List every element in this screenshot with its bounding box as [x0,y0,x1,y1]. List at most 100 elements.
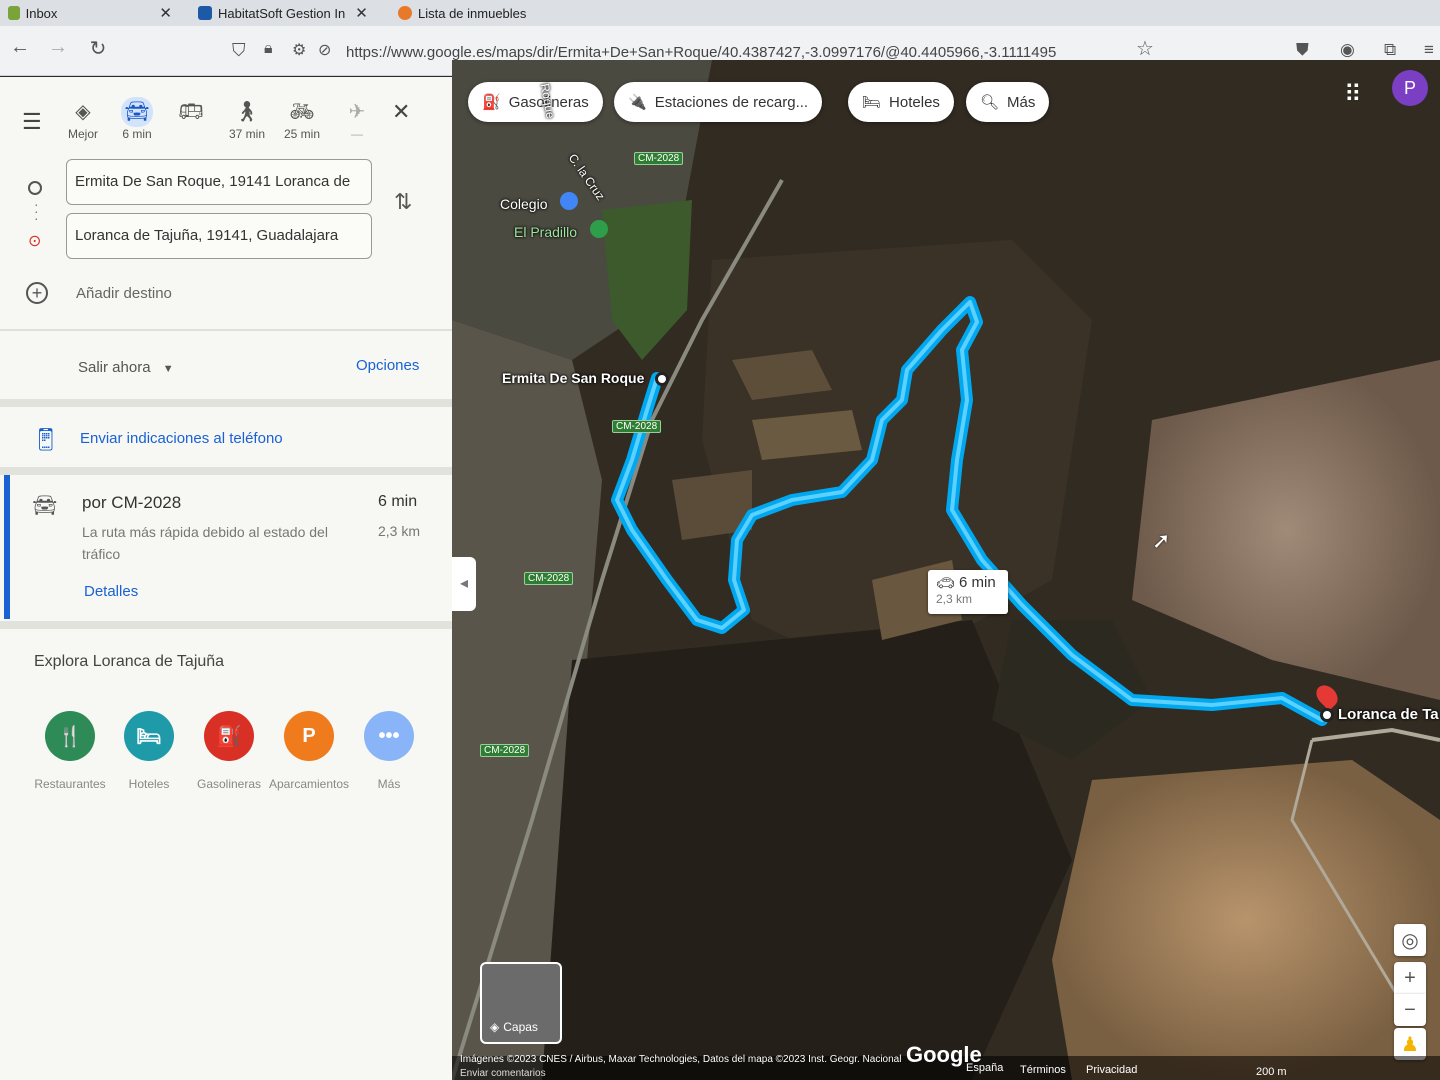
add-destination-icon[interactable]: + [26,282,48,304]
category-hoteles[interactable]: 🛏 Hoteles [109,711,189,791]
mouse-cursor-icon: ➚ [1152,528,1171,553]
chip-mas[interactable]: 🔍︎ Más [966,82,1050,122]
avatar[interactable]: P [1392,70,1428,106]
tab-inmuebles[interactable]: Lista de inmuebles [392,0,572,26]
restaurant-icon: 🍴 [45,711,95,761]
mode-best[interactable]: ◈ Mejor [56,97,110,141]
forward-icon[interactable]: → [44,36,72,59]
explore-title: Explora Loranca de Tajuña [34,653,225,670]
back-icon[interactable]: ← [6,36,34,59]
category-restaurantes[interactable]: 🍴 Restaurantes [30,711,110,791]
map-label-pradillo[interactable]: El Pradillo [514,224,577,240]
layers-button[interactable]: ◈ Capas [480,962,562,1044]
chevron-left-icon: ◂ [459,575,469,592]
category-gasolineras[interactable]: ⛽ Gasolineras [189,711,269,791]
inmuebles-favicon-icon [398,6,412,20]
tab-label: HabitatSoft Gestion In [218,5,346,21]
bike-icon: 🚲︎ [289,101,315,123]
footer-link-privacidad[interactable]: Privacidad [1086,1064,1137,1076]
swap-icon[interactable]: ⇅ [394,189,412,215]
park-pin-icon[interactable] [590,220,608,238]
send-feedback-link[interactable]: Enviar comentarios [460,1068,546,1079]
travel-modes: ☰ ◈ Mejor 🚘︎ 6 min 🚌︎ 🚶︎ 37 min 🚲︎ 25 mi… [0,77,452,155]
mode-flight[interactable]: ✈︎ — [330,97,384,141]
shield-icon[interactable]: ⛉ [232,40,246,61]
habitatsoft-favicon-icon [198,6,212,20]
mode-walk[interactable]: 🚶︎ 37 min [220,97,274,141]
close-tab-icon[interactable]: ✕ [355,4,368,22]
close-directions-icon[interactable]: ✕ [392,99,410,125]
charging-station-icon: 🔌 [628,94,647,111]
lock-icon[interactable]: 🔒︎ [264,40,273,58]
origin-field[interactable]: Ermita De San Roque, 19141 Loranca de [66,159,372,205]
chip-gasolineras[interactable]: ⛽ Gasolineras [468,82,603,122]
collapse-panel-button[interactable]: ◂ [452,557,476,611]
apps-grid-icon[interactable]: ⠿ [1344,80,1362,109]
options-link[interactable]: Opciones [356,357,419,374]
mode-label: Mejor [67,127,98,141]
menu-icon[interactable]: ≡ [1424,40,1434,60]
mode-transit[interactable]: 🚌︎ [164,97,218,127]
scale-label[interactable]: 200 m [1256,1066,1287,1078]
origin-marker-icon[interactable] [655,372,669,386]
destination-pin-icon: ⊙ [28,233,42,250]
destination-field[interactable]: Loranca de Tajuña, 19141, Guadalajara [66,213,372,259]
send-to-phone-link[interactable]: Enviar indicaciones al teléfono [80,430,283,447]
category-label: Más [377,777,401,791]
car-icon: 🚘︎ [32,495,58,517]
permissions-icon[interactable]: ⚙ [292,40,306,60]
tracking-icon[interactable]: ⊘ [318,40,331,60]
add-destination-link[interactable]: Añadir destino [76,285,172,302]
footer-link-terminos[interactable]: Términos [1020,1064,1066,1076]
tab-habitatsoft[interactable]: HabitatSoft Gestion In ✕ [192,0,368,26]
reload-icon[interactable]: ↻ [84,36,112,61]
chip-estaciones-recarga[interactable]: 🔌 Estaciones de recarg... [614,82,823,122]
close-tab-icon[interactable]: ✕ [159,4,172,22]
inbox-favicon-icon [8,6,20,20]
road-shield: CM-2028 [612,420,662,433]
footer-link-espana[interactable]: España [966,1062,1003,1074]
gas-station-icon: ⛽ [204,711,254,761]
divider [0,399,452,407]
mode-bike[interactable]: 🚲︎ 25 min [275,97,329,141]
category-mas[interactable]: ••• Más [349,711,429,791]
extensions-icon[interactable]: ⧉ [1384,40,1396,60]
origin-label[interactable]: Ermita De San Roque [502,370,644,386]
tab-bar: Inbox ✕ HabitatSoft Gestion In ✕ Lista d… [0,0,1440,26]
chip-label: Estaciones de recarg... [654,93,809,111]
map-label-colegio[interactable]: Colegio [500,196,547,212]
category-label: Restaurantes [34,777,106,791]
road-shield: CM-2028 [634,152,684,165]
my-location-button[interactable]: ◎ [1394,924,1426,956]
account-icon[interactable]: ◉ [1340,40,1355,60]
divider [0,329,452,331]
map-canvas[interactable]: ⛽ Gasolineras 🔌 Estaciones de recarg... … [452,60,1440,1080]
mode-car[interactable]: 🚘︎ 6 min [110,97,164,141]
tab-label: Lista de inmuebles [418,5,527,21]
road-shield: CM-2028 [524,572,574,585]
search-icon: 🔍︎ [980,94,1000,111]
send-to-phone-icon[interactable]: 📱︎ [32,427,60,453]
destination-marker-icon[interactable] [1320,708,1334,722]
bookmark-star-icon[interactable]: ☆ [1136,36,1154,61]
hamburger-menu-icon[interactable]: ☰ [22,109,42,135]
chevron-down-icon: ▼ [162,363,174,375]
destination-label[interactable]: Loranca de Ta [1338,706,1439,723]
category-aparcamientos[interactable]: P Aparcamientos [269,711,349,791]
chip-hoteles[interactable]: 🛏 Hoteles [848,82,954,122]
depart-time-selector[interactable]: Salir ahora ▼ [78,359,174,376]
url-text[interactable]: https://www.google.es/maps/dir/Ermita+De… [346,44,1126,61]
route-details-link[interactable]: Detalles [84,583,138,600]
layers-label: Capas [503,1020,538,1034]
pocket-icon[interactable]: ⛊ [1296,40,1309,60]
zoom-out-button[interactable]: − [1394,994,1426,1026]
school-pin-icon[interactable] [560,192,578,210]
route-title[interactable]: por CM-2028 [82,493,181,513]
route-time-box[interactable]: 🚗︎ 6 min 2,3 km [928,570,1008,614]
plane-icon: ✈︎ [348,101,366,123]
zoom-in-button[interactable]: + [1394,962,1426,994]
category-label: Gasolineras [196,777,262,791]
pegman-icon: ♟ [1401,1033,1419,1056]
tab-inbox[interactable]: Inbox ✕ [2,0,172,26]
mode-label: 37 min [228,127,266,141]
